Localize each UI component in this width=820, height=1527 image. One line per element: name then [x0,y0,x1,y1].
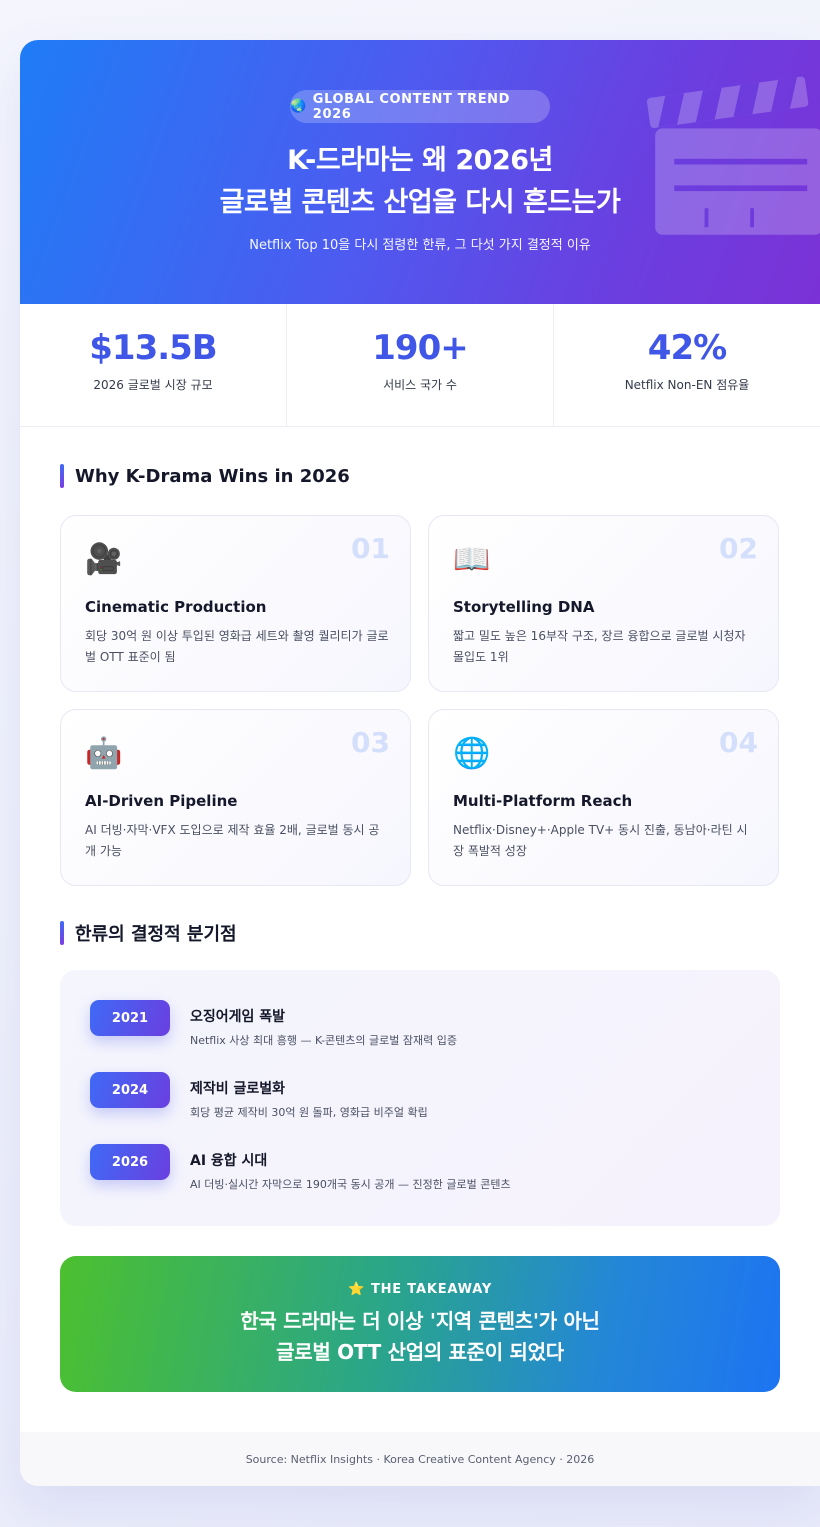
timeline-item: 2021 오징어게임 폭발 Netflix 사상 최대 흥행 — K-콘텐츠의 … [90,1000,750,1056]
feature-description: 짧고 밀도 높은 16부작 구조, 장르 융합으로 글로벌 시청자 몰입도 1위 [453,629,746,664]
section-accent-bar [60,464,64,488]
section-accent-bar [60,921,64,945]
timeline-title: 오징어게임 폭발 [190,1009,286,1025]
year-badge: 2024 [90,1072,170,1108]
timeline-section-title: 한류의 결정적 분기점 [75,924,237,945]
timeline-title: AI 융합 시대 [190,1153,268,1169]
stat-share: 42% Netflix Non-EN 점유율 [554,304,820,426]
title-line-1: K-드라마는 왜 2026년 [287,145,553,176]
trend-badge-text: GLOBAL CONTENT TREND 2026 [312,91,511,122]
feature-card-multi-platform: 🌐 04 Multi-Platform Reach Netflix·Disney… [428,709,779,886]
feature-description: AI 더빙·자막·VFX 도입으로 제작 효율 2배, 글로벌 동시 공개 가능 [85,823,380,858]
timeline-panel: 2021 오징어게임 폭발 Netflix 사상 최대 흥행 — K-콘텐츠의 … [60,970,780,1226]
feature-number: 03 [351,726,390,759]
open-book-icon: 📖 [453,542,491,577]
takeaway-message: 한국 드라마는 더 이상 '지역 콘텐츠'가 아닌 글로벌 OTT 산업의 표준… [60,1306,780,1368]
features-section-title: Why K-Drama Wins in 2026 [75,465,350,487]
feature-description: 회당 30억 원 이상 투입된 영화급 세트와 촬영 퀄리티가 글로벌 OTT … [85,629,389,664]
source-footer: Source: Netflix Insights · Korea Creativ… [20,1432,820,1486]
year-badge: 2026 [90,1144,170,1180]
stat-value: $13.5B [89,328,217,368]
robot-icon: 🤖 [85,736,123,771]
takeaway-line-2: 글로벌 OTT 산업의 표준이 되었다 [276,1340,564,1364]
takeaway-line-1: 한국 드라마는 더 이상 '지역 콘텐츠'가 아닌 [240,1309,600,1333]
page-title: K-드라마는 왜 2026년 글로벌 콘텐츠 산업을 다시 흔드는가 [20,140,820,224]
takeaway-banner: ⭐ THE TAKEAWAY 한국 드라마는 더 이상 '지역 콘텐츠'가 아닌… [60,1256,780,1392]
stat-value: 190+ [372,328,468,368]
timeline-description: AI 더빙·실시간 자막으로 190개국 동시 공개 — 진정한 글로벌 콘텐츠 [190,1178,511,1191]
takeaway-label-text: THE TAKEAWAY [370,1282,493,1297]
feature-number: 01 [351,532,390,565]
page-subtitle: Netflix Top 10을 다시 점령한 한류, 그 다섯 가지 결정적 이… [249,238,591,253]
feature-card-cinematic: 🎥 01 Cinematic Production 회당 30억 원 이상 투입… [60,515,411,692]
timeline-item: 2026 AI 융합 시대 AI 더빙·실시간 자막으로 190개국 동시 공개… [90,1144,750,1200]
stat-value: 42% [647,328,727,368]
timeline-title: 제작비 글로벌화 [190,1081,286,1097]
feature-description: Netflix·Disney+·Apple TV+ 동시 진출, 동남아·라틴 … [453,823,748,858]
takeaway-label: ⭐ THE TAKEAWAY [60,1282,780,1297]
timeline-section-heading: 한류의 결정적 분기점 [60,920,237,946]
stat-countries: 190+ 서비스 국가 수 [287,304,554,426]
stat-market-size: $13.5B 2026 글로벌 시장 규모 [20,304,287,426]
year-badge: 2021 [90,1000,170,1036]
feature-title: Storytelling DNA [453,598,595,616]
globe-icon: 🌐 [453,736,491,771]
feature-title: Multi-Platform Reach [453,792,633,810]
feature-card-ai-pipeline: 🤖 03 AI-Driven Pipeline AI 더빙·자막·VFX 도입으… [60,709,411,886]
feature-card-storytelling: 📖 02 Storytelling DNA 짧고 밀도 높은 16부작 구조, … [428,515,779,692]
trend-badge: 🌏 GLOBAL CONTENT TREND 2026 [290,90,550,123]
hero-banner: 🌏 GLOBAL CONTENT TREND 2026 K-드라마는 왜 202… [20,40,820,304]
stats-row: $13.5B 2026 글로벌 시장 규모 190+ 서비스 국가 수 42% … [20,304,820,427]
stat-label: 서비스 국가 수 [383,378,457,392]
feature-number: 02 [719,532,758,565]
movie-camera-icon: 🎥 [85,542,123,577]
feature-number: 04 [719,726,758,759]
earth-globe-icon: 🌏 [290,99,307,114]
feature-title: AI-Driven Pipeline [85,792,238,810]
feature-title: Cinematic Production [85,598,267,616]
timeline-item: 2024 제작비 글로벌화 회당 평균 제작비 30억 원 돌파, 영화급 비주… [90,1072,750,1128]
timeline-description: 회당 평균 제작비 30억 원 돌파, 영화급 비주얼 확립 [190,1106,428,1119]
star-icon: ⭐ [347,1282,365,1297]
timeline-description: Netflix 사상 최대 흥행 — K-콘텐츠의 글로벌 잠재력 입증 [190,1034,457,1047]
stat-label: 2026 글로벌 시장 규모 [93,378,213,392]
title-line-2: 글로벌 콘텐츠 산업을 다시 흔드는가 [219,187,621,218]
stat-label: Netflix Non-EN 점유율 [624,378,750,392]
features-section-heading: Why K-Drama Wins in 2026 [60,464,350,488]
infographic-card: 🌏 GLOBAL CONTENT TREND 2026 K-드라마는 왜 202… [20,40,820,1486]
